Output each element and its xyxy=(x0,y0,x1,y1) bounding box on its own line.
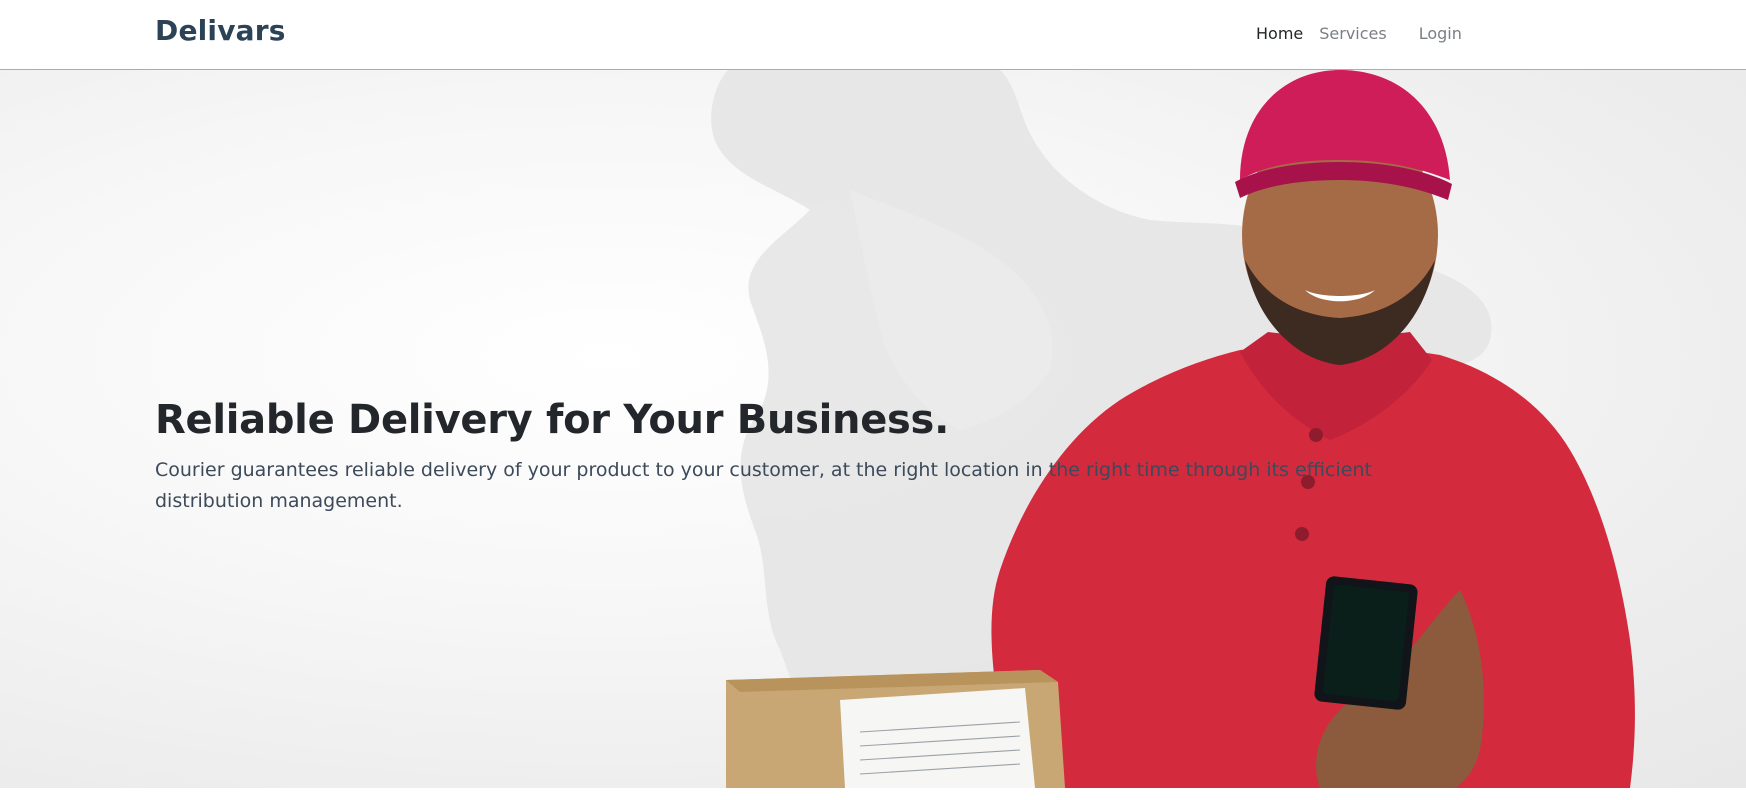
hero-description: Courier guarantees reliable delivery of … xyxy=(155,459,1372,512)
hero-title: Reliable Delivery for Your Business. xyxy=(155,397,949,443)
navbar: Delivars Home Services Login xyxy=(0,0,1746,70)
nav-link-home[interactable]: Home xyxy=(1256,24,1303,43)
nav-link-services[interactable]: Services xyxy=(1319,24,1386,43)
nav-link-login[interactable]: Login xyxy=(1419,24,1462,43)
page-bottom-strip xyxy=(0,788,1746,800)
hero-section: Reliable Delivery for Your Business. Cou… xyxy=(0,70,1746,788)
nav-links: Home Services Login xyxy=(1256,24,1462,43)
brand-logo[interactable]: Delivars xyxy=(155,14,286,47)
